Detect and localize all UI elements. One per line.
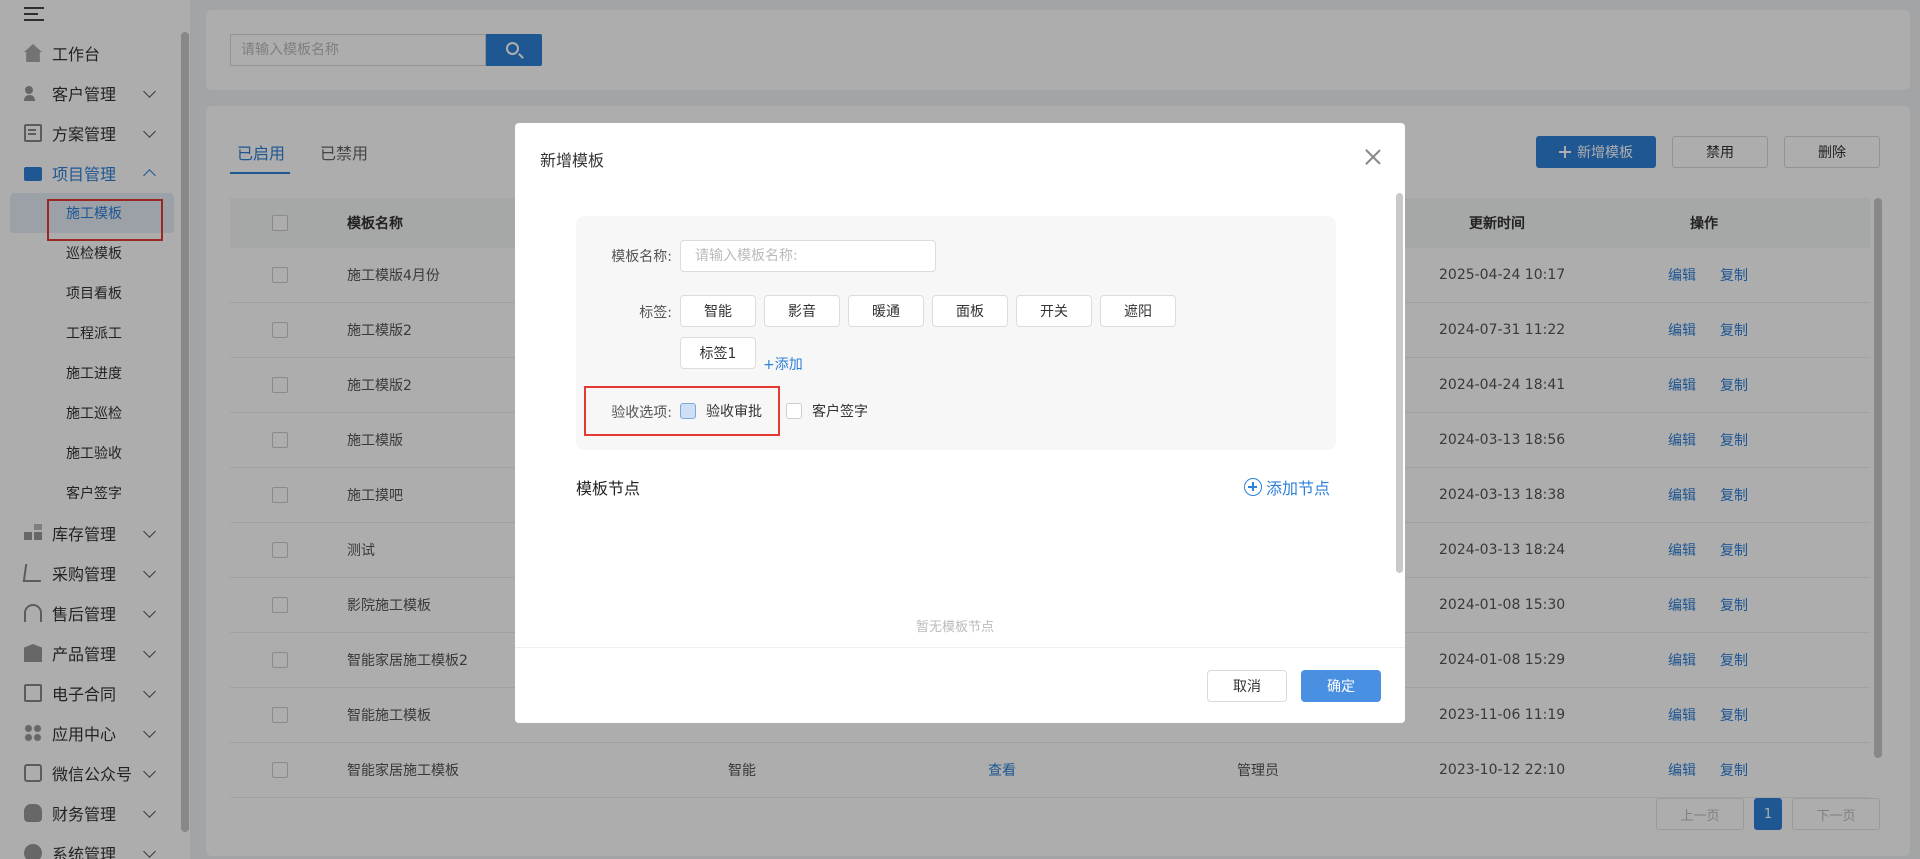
tag-button[interactable]: 暖通	[848, 295, 924, 327]
template-nodes-title: 模板节点	[576, 479, 641, 498]
dialog-scrollbar[interactable]	[1396, 193, 1403, 573]
customer-signature-checkbox[interactable]	[786, 403, 802, 419]
tag-button[interactable]: 面板	[932, 295, 1008, 327]
add-circle-icon	[1244, 478, 1262, 496]
name-label: 模板名称:	[611, 249, 672, 265]
tag-button[interactable]: 影音	[764, 295, 840, 327]
tag-button[interactable]: 智能	[680, 295, 756, 327]
tags-label: 标签:	[639, 305, 672, 321]
acceptance-approval-label: 验收审批	[706, 404, 762, 420]
add-template-dialog: 新增模板 模板名称: 标签: 智能 影音 暖通 面板 开关 遮阳 标签1 +添加…	[515, 123, 1405, 723]
confirm-button[interactable]: 确定	[1301, 670, 1381, 702]
add-node-button[interactable]: 添加节点	[1244, 475, 1330, 499]
template-name-input[interactable]	[680, 240, 936, 272]
acceptance-approval-checkbox[interactable]	[680, 403, 696, 419]
template-form: 模板名称: 标签: 智能 影音 暖通 面板 开关 遮阳 标签1 +添加 验收选项…	[576, 216, 1336, 450]
empty-nodes-text: 暂无模板节点	[915, 620, 994, 635]
close-icon[interactable]	[1365, 149, 1381, 165]
tag-button[interactable]: 遮阳	[1100, 295, 1176, 327]
add-tag-link[interactable]: +添加	[763, 354, 803, 374]
accept-options-label: 验收选项:	[611, 405, 672, 421]
add-node-label: 添加节点	[1266, 479, 1331, 498]
dialog-title: 新增模板	[540, 151, 605, 170]
cancel-button[interactable]: 取消	[1207, 670, 1287, 702]
tag-button[interactable]: 开关	[1016, 295, 1092, 327]
customer-signature-label: 客户签字	[812, 404, 868, 420]
dialog-footer: 取消 确定	[515, 647, 1405, 723]
tag-button[interactable]: 标签1	[680, 337, 756, 369]
